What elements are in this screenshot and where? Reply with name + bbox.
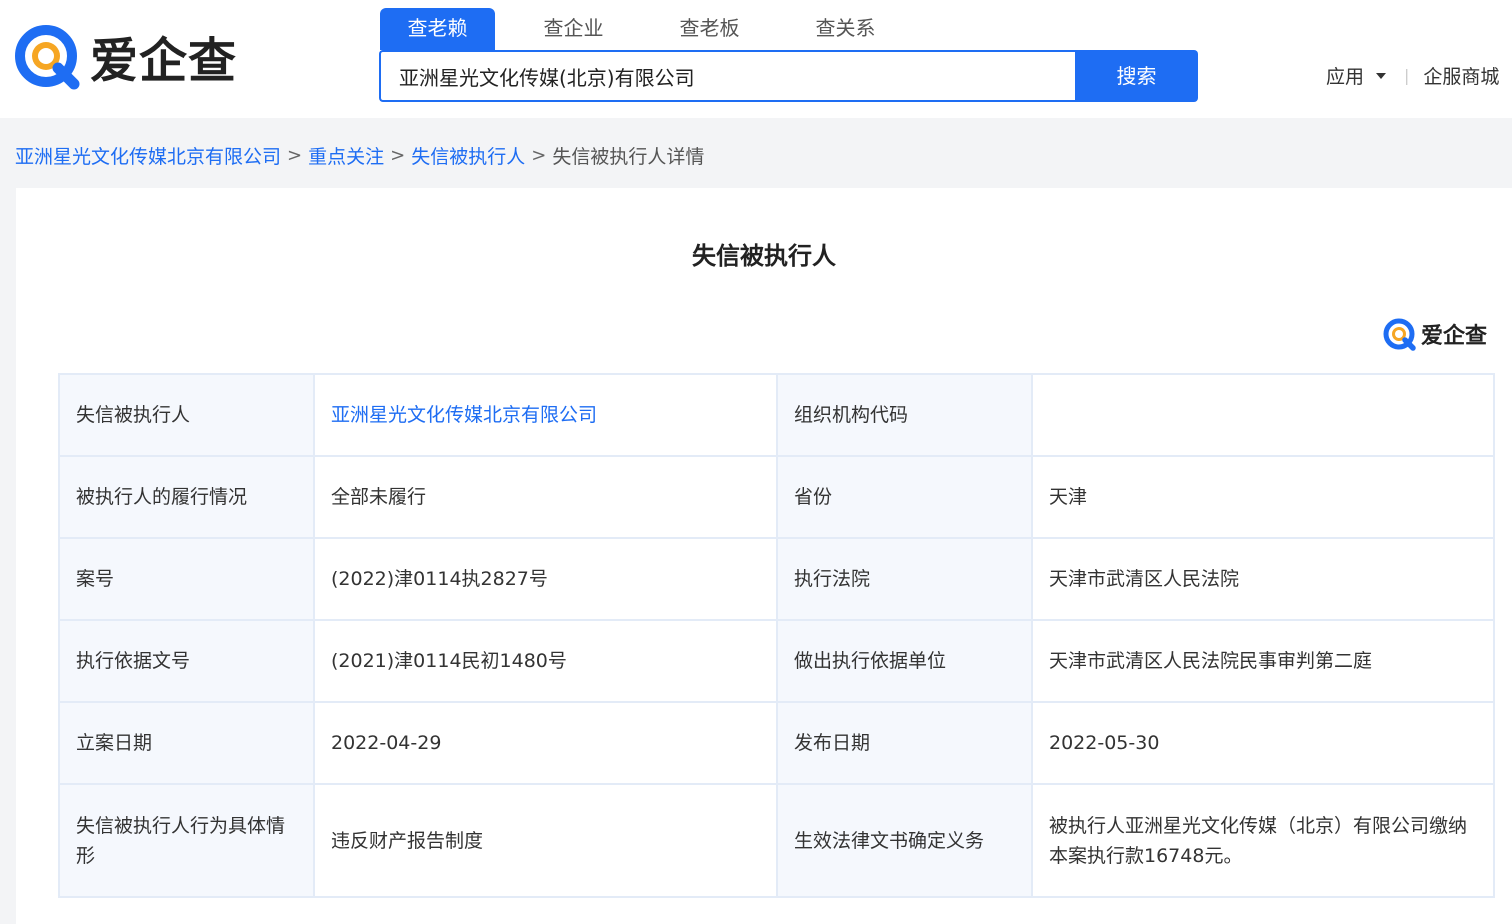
- tab-dishonest[interactable]: 查老赖: [380, 8, 495, 50]
- field-label: 生效法律文书确定义务: [776, 783, 1033, 898]
- breadcrumb-company-link[interactable]: 亚洲星光文化传媒北京有限公司: [15, 142, 281, 169]
- page-title: 失信被执行人: [692, 242, 836, 270]
- table-row: 失信被执行人行为具体情形 违反财产报告制度 生效法律文书确定义务 被执行人亚洲星…: [58, 783, 1495, 898]
- field-label: 被执行人的履行情况: [58, 455, 315, 539]
- field-value: 全部未履行: [313, 455, 778, 539]
- watermark-logo: 爱企查: [1382, 316, 1487, 352]
- breadcrumb-current: 失信被执行人详情: [552, 145, 705, 168]
- field-value: 2022-05-30: [1031, 701, 1495, 785]
- table-row: 立案日期 2022-04-29 发布日期 2022-05-30: [58, 701, 1495, 785]
- field-value: 违反财产报告制度: [313, 783, 778, 898]
- field-value: (2022)津0114执2827号: [313, 537, 778, 621]
- top-nav-right: 应用 | 企服商城: [1326, 62, 1499, 89]
- field-label: 立案日期: [58, 701, 315, 785]
- apps-menu-label: 应用: [1326, 66, 1365, 88]
- breadcrumb-separator-icon: >: [390, 144, 406, 166]
- table-row: 执行依据文号 (2021)津0114民初1480号 做出执行依据单位 天津市武清…: [58, 619, 1495, 703]
- site-logo[interactable]: 爱企查: [12, 18, 237, 94]
- breadcrumb-dishonest-link[interactable]: 失信被执行人: [411, 142, 525, 169]
- search-button[interactable]: 搜索: [1075, 50, 1198, 102]
- breadcrumb-separator-icon: >: [287, 144, 303, 166]
- company-name-link[interactable]: 亚洲星光文化传媒北京有限公司: [313, 373, 778, 457]
- field-value: 天津市武清区人民法院: [1031, 537, 1495, 621]
- search-type-tabs: 查老赖 查企业 查老板 查关系: [380, 8, 924, 50]
- field-label: 失信被执行人: [58, 373, 315, 457]
- detail-card: 失信被执行人 爱企查 失信被执行人 亚洲星光文化传媒北京有限公司 组织机构代码 …: [16, 188, 1512, 924]
- field-label: 省份: [776, 455, 1033, 539]
- tab-boss[interactable]: 查老板: [652, 8, 767, 50]
- breadcrumb-separator-icon: >: [531, 144, 547, 166]
- field-label: 失信被执行人行为具体情形: [58, 783, 315, 898]
- breadcrumb-focus-link[interactable]: 重点关注: [308, 142, 384, 169]
- top-header: 爱企查 查老赖 查企业 查老板 查关系 搜索 应用 | 企服商城: [0, 0, 1512, 118]
- apps-menu[interactable]: 应用: [1326, 62, 1387, 89]
- nav-divider: |: [1404, 66, 1410, 85]
- breadcrumb: 亚洲星光文化传媒北京有限公司 > 重点关注 > 失信被执行人 > 失信被执行人详…: [15, 140, 704, 170]
- field-value: 被执行人亚洲星光文化传媒（北京）有限公司缴纳本案执行款16748元。: [1031, 783, 1495, 898]
- logo-text: 爱企查: [90, 33, 238, 89]
- search-input[interactable]: [381, 52, 1059, 100]
- field-label: 执行依据文号: [58, 619, 315, 703]
- field-value: (2021)津0114民初1480号: [313, 619, 778, 703]
- caret-down-icon: [1376, 72, 1387, 79]
- table-row: 被执行人的履行情况 全部未履行 省份 天津: [58, 455, 1495, 539]
- field-label: 做出执行依据单位: [776, 619, 1033, 703]
- field-label: 执行法院: [776, 537, 1033, 621]
- tab-relation[interactable]: 查关系: [788, 8, 903, 50]
- service-mall-link[interactable]: 企服商城: [1423, 62, 1499, 89]
- tab-company[interactable]: 查企业: [516, 8, 631, 50]
- field-value: 天津市武清区人民法院民事审判第二庭: [1031, 619, 1495, 703]
- table-row: 案号 (2022)津0114执2827号 执行法院 天津市武清区人民法院: [58, 537, 1495, 621]
- logo-q-icon: [15, 25, 80, 90]
- logo-q-icon: [1383, 318, 1416, 351]
- field-value: [1031, 373, 1495, 457]
- field-value: 2022-04-29: [313, 701, 778, 785]
- search-box: [379, 50, 1077, 102]
- watermark-text: 爱企查: [1421, 324, 1488, 349]
- table-row: 失信被执行人 亚洲星光文化传媒北京有限公司 组织机构代码: [58, 373, 1495, 457]
- field-label: 案号: [58, 537, 315, 621]
- field-value: 天津: [1031, 455, 1495, 539]
- field-label: 发布日期: [776, 701, 1033, 785]
- detail-table: 失信被执行人 亚洲星光文化传媒北京有限公司 组织机构代码 被执行人的履行情况 全…: [58, 373, 1495, 898]
- field-label: 组织机构代码: [776, 373, 1033, 457]
